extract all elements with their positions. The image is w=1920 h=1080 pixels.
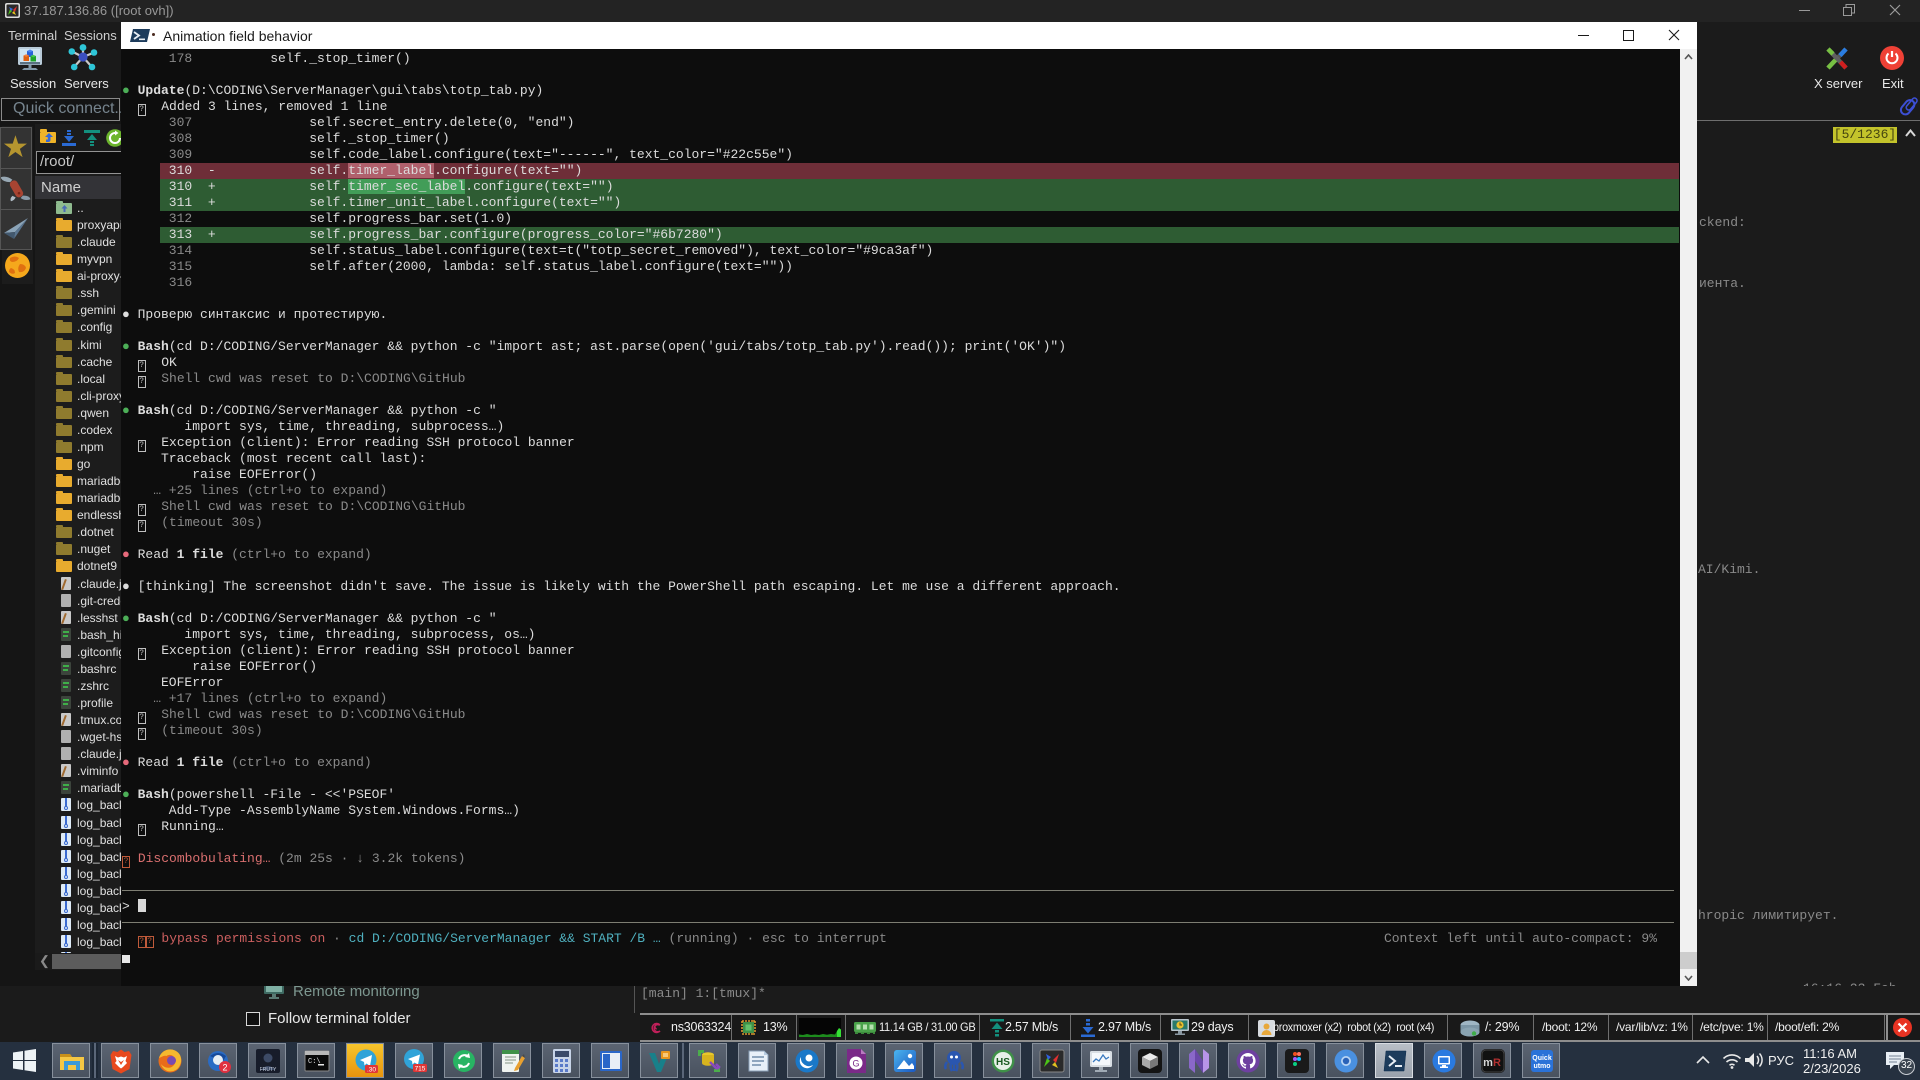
svg-text:715: 715 <box>415 1066 426 1073</box>
svg-text:utmo: utmo <box>1533 1063 1550 1070</box>
svg-text:R: R <box>1493 1057 1501 1069</box>
svg-text:Quick: Quick <box>1532 1055 1552 1062</box>
svg-text:m: m <box>1483 1057 1493 1069</box>
svg-text:.30: .30 <box>367 1067 376 1074</box>
svg-text:HS: HS <box>996 1057 1010 1068</box>
svg-text:G: G <box>852 1059 859 1069</box>
svg-text:2: 2 <box>222 1063 227 1073</box>
svg-text:FRUTY: FRUTY <box>260 1067 277 1073</box>
